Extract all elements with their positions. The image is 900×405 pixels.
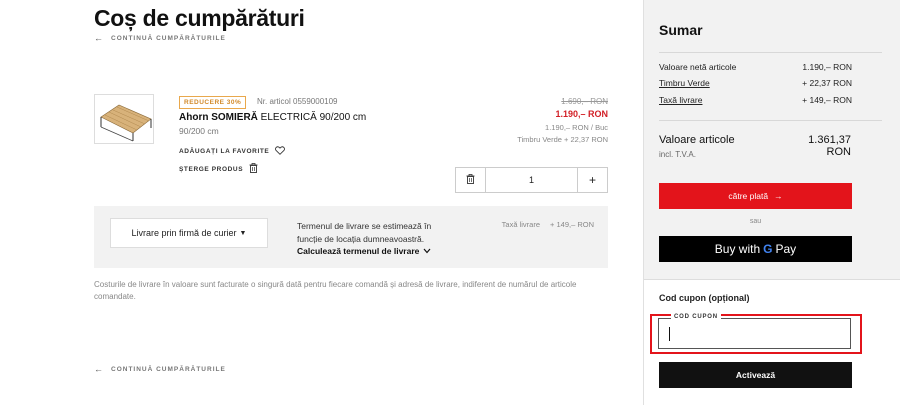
delivery-tax-label: Taxă livrare [501,220,541,229]
continue-shopping-link-top[interactable]: ← CONTINUĂ CUMPĂRĂTURILE [94,33,226,43]
checkout-label: către plată [728,191,769,201]
activate-coupon-button[interactable]: Activează [659,362,852,388]
delivery-info-text: Termenul de livrare se estimează în func… [297,221,432,244]
article-number: Nr. articol 0559000109 [257,97,338,106]
arrow-right-icon: → [774,191,783,201]
cart-main: Coș de cumpărături ← CONTINUĂ CUMPĂRĂTUR… [0,0,643,405]
summary-row-label: Valoare netă articole [659,62,737,72]
gpay-suffix: Pay [775,242,797,256]
product-size: 90/200 cm [179,126,219,136]
quantity-increase-button[interactable]: + [577,168,607,192]
summary-row-value: + 149,– RON [802,95,852,105]
calculate-delivery-label: Calculează termenul de livrare [297,246,420,256]
add-to-favorites-button[interactable]: ADĂUGAȚI LA FAVORITE [179,146,286,157]
summary-sidebar: Sumar Valoare netă articole 1.190,– RON … [643,0,900,405]
coupon-field: COD CUPON [658,314,851,349]
discount-badge: REDUCERE 30% [179,96,247,109]
summary-row-value: + 22,37 RON [802,78,852,88]
continue-shopping-label: CONTINUĂ CUMPĂRĂTURILE [111,365,226,373]
calculate-delivery-link[interactable]: Calculează termenul de livrare [297,246,431,256]
product-name-bold: Ahorn SOMIERĂ [179,112,258,123]
delivery-tax: Taxă livrare + 149,– RON [502,220,594,229]
quantity-remove-button[interactable] [456,168,486,192]
delivery-tax-value: + 149,– RON [550,220,594,229]
arrow-left-icon: ← [94,364,104,374]
summary-row-value: 1.190,– RON [802,62,852,72]
coupon-title: Cod cupon (opțional) [659,293,750,303]
summary-row-delivery: Taxă livrare + 149,– RON [659,95,852,105]
coupon-field-label: COD CUPON [671,314,721,320]
continue-shopping-link-bottom[interactable]: ← CONTINUĂ CUMPĂRĂTURILE [94,364,226,374]
summary-row-net: Valoare netă articole 1.190,– RON [659,62,852,72]
quantity-stepper: 1 + [455,167,608,193]
summary-row-label-link[interactable]: Timbru Verde [659,78,710,88]
summary-divider [659,120,882,121]
bed-frame-image [100,104,152,142]
coupon-section: Cod cupon (opțional) COD CUPON Activează [644,279,900,405]
trash-icon [466,171,475,189]
gpay-prefix: Buy with [714,242,761,256]
product-image[interactable] [94,94,154,144]
current-price: 1.190,– RON [555,109,608,119]
chevron-down-icon [423,246,431,256]
google-pay-button[interactable]: Buy with G Pay [659,236,852,262]
or-separator: sau [749,218,762,225]
delivery-method-value: Livrare prin firmă de curier [131,228,237,238]
product-name[interactable]: Ahorn SOMIERĂ ELECTRICĂ 90/200 cm [179,112,366,123]
delivery-box: Livrare prin firmă de curier ▼ Termenul … [94,206,608,268]
summary-row-green-stamp: Timbru Verde + 22,37 RON [659,78,852,88]
total-label: Valoare articole [659,134,735,146]
delete-product-label: ȘTERGE PRODUS [179,165,244,173]
delivery-cost-note: Costurile de livrare în valoare sunt fac… [94,280,577,301]
vat-note: incl. T.V.A. [659,150,696,159]
heart-icon [275,146,286,157]
unit-price: 1.190,– RON / Buc [545,123,608,132]
summary-row-label-link[interactable]: Taxă livrare [659,95,702,105]
green-stamp-fee: Timbru Verde + 22,37 RON [517,135,608,144]
total-value: 1.361,37 RON [808,134,851,158]
google-g-icon: G [763,242,773,256]
delivery-method-select[interactable]: Livrare prin firmă de curier ▼ [110,218,268,248]
summary-divider [659,52,882,53]
delete-product-button[interactable]: ȘTERGE PRODUS [179,163,258,175]
quantity-value[interactable]: 1 [486,168,577,192]
product-name-rest: ELECTRICĂ 90/200 cm [257,112,367,123]
old-price: 1.690,– RON [561,97,608,106]
caret-down-icon: ▼ [239,229,247,237]
trash-icon [249,163,258,175]
continue-shopping-label: CONTINUĂ CUMPĂRĂTURILE [111,34,226,42]
checkout-button[interactable]: către plată → [659,183,852,209]
summary-title: Sumar [659,22,703,38]
page-title: Coș de cumpărături [94,5,305,31]
add-favorites-label: ADĂUGAȚI LA FAVORITE [179,148,270,155]
coupon-input[interactable] [669,327,839,341]
arrow-left-icon: ← [94,33,104,43]
